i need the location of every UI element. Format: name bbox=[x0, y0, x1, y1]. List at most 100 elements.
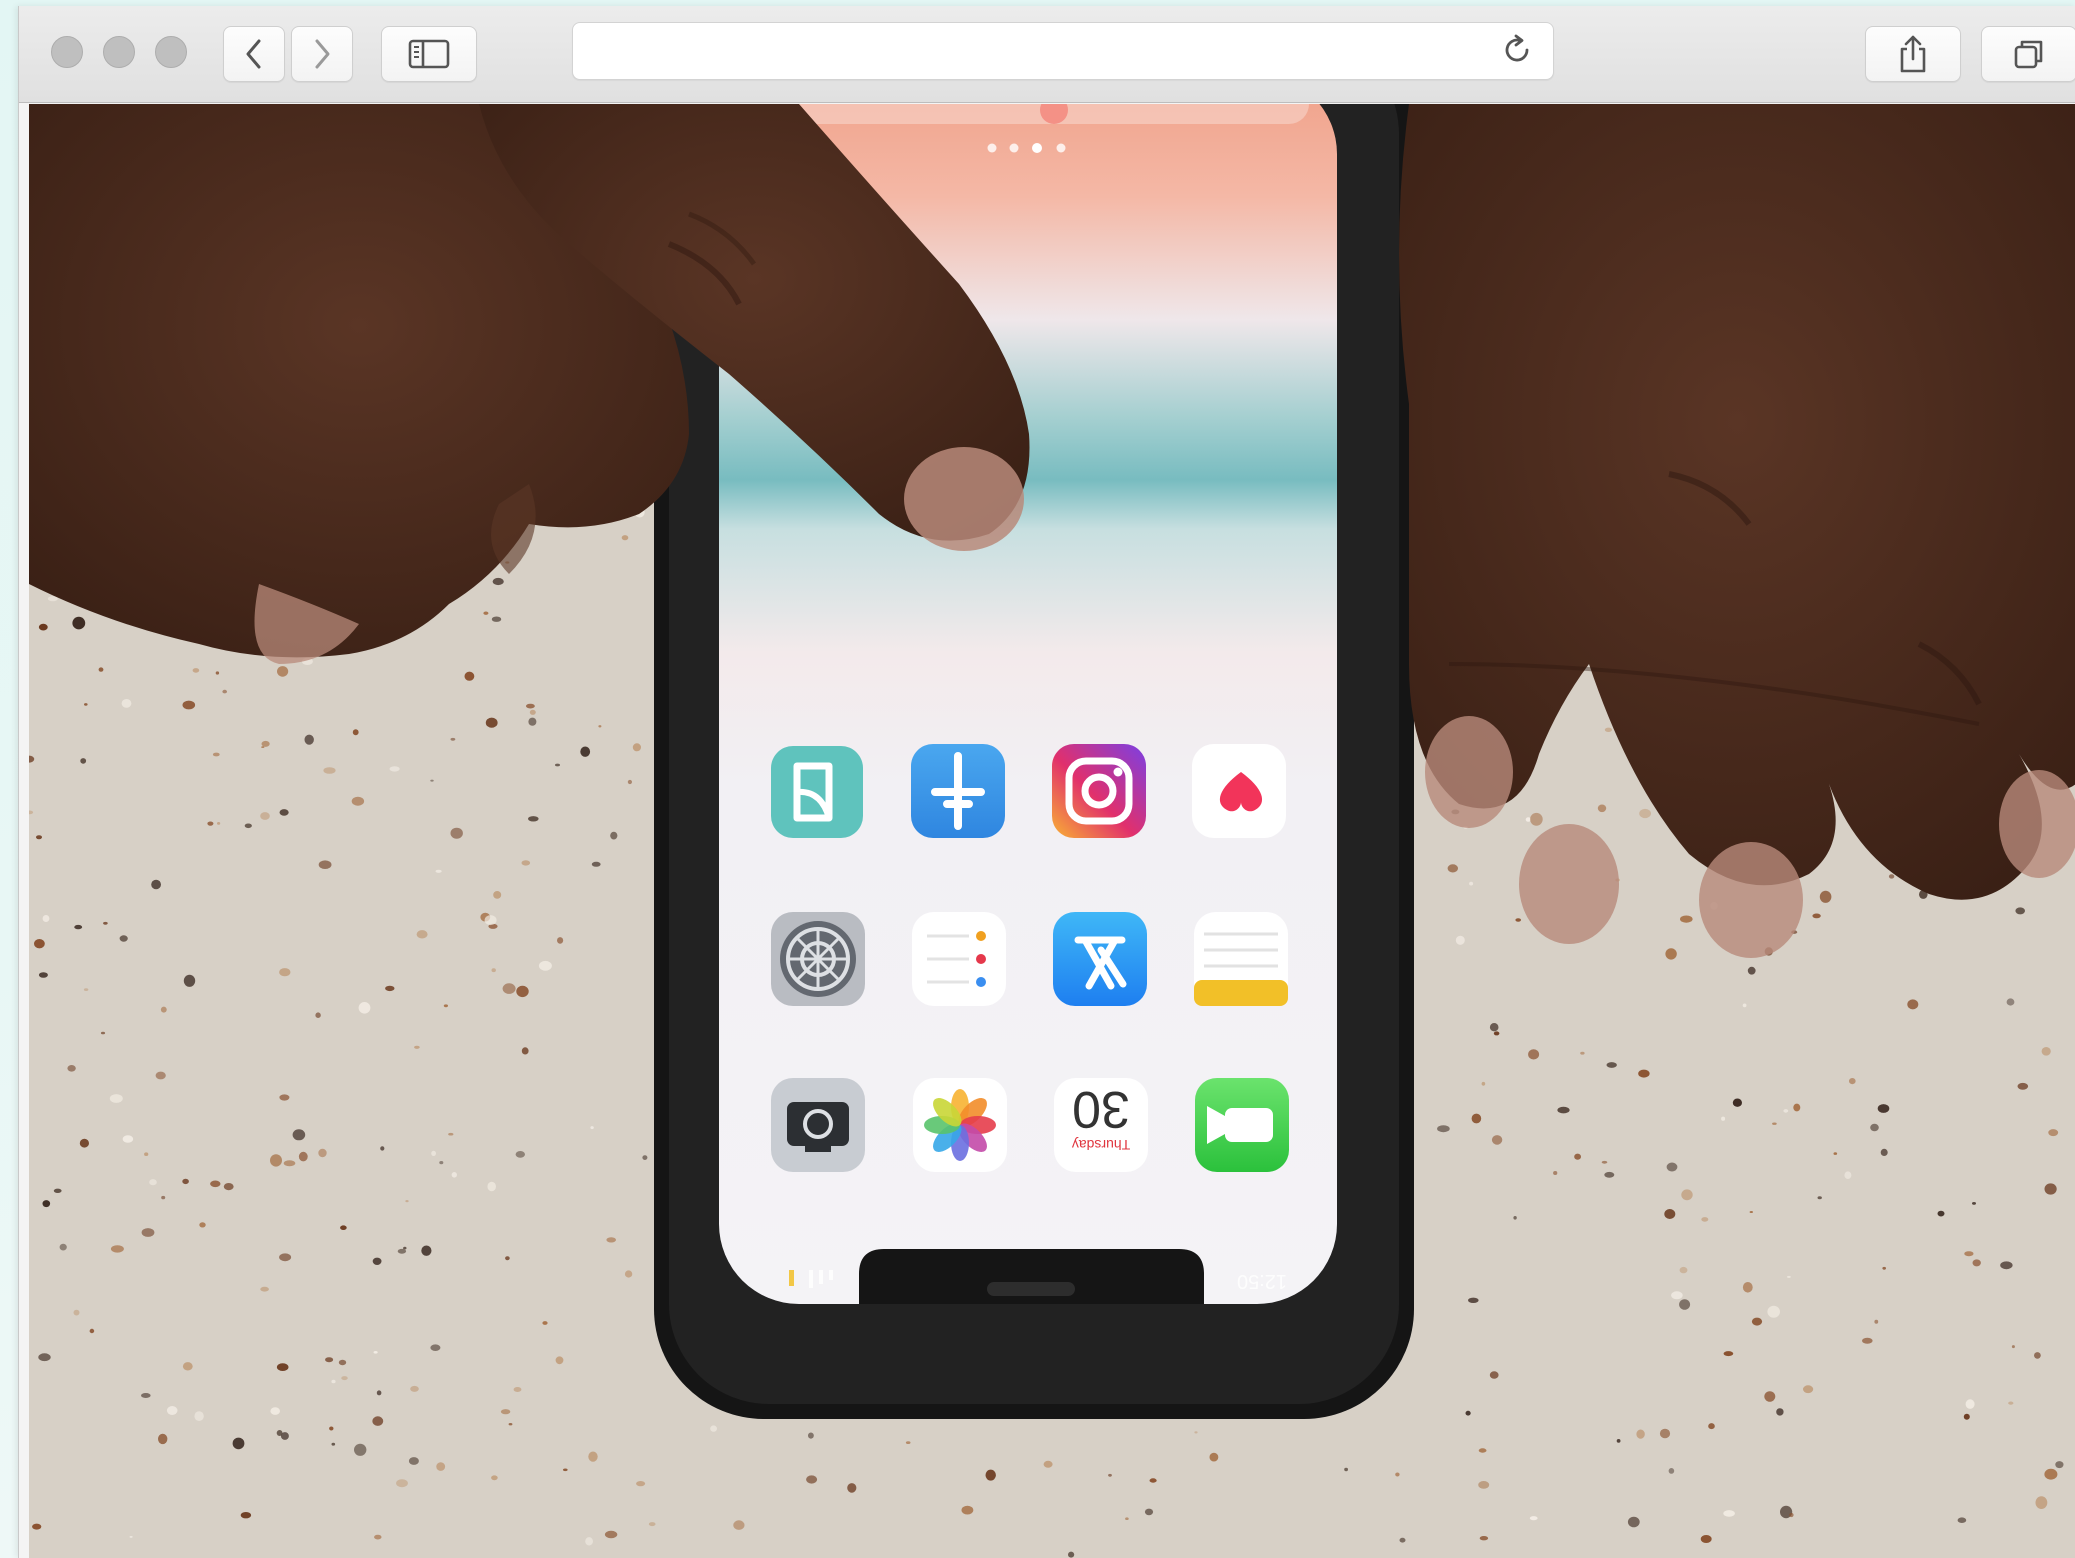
terrazzo-speck bbox=[492, 577, 504, 586]
terrazzo-speck bbox=[1888, 874, 1895, 879]
terrazzo-speck bbox=[351, 796, 365, 806]
terrazzo-speck bbox=[1465, 1410, 1471, 1416]
terrazzo-speck bbox=[1874, 1319, 1879, 1324]
terrazzo-speck bbox=[276, 1430, 283, 1436]
terrazzo-speck bbox=[1803, 1385, 1814, 1394]
terrazzo-speck bbox=[144, 1152, 149, 1156]
terrazzo-speck bbox=[103, 921, 108, 925]
share-button[interactable] bbox=[1865, 26, 1961, 82]
terrazzo-speck bbox=[1723, 1510, 1735, 1517]
address-bar[interactable] bbox=[572, 22, 1554, 80]
terrazzo-speck bbox=[491, 1475, 498, 1481]
terrazzo-speck bbox=[590, 1126, 594, 1130]
terrazzo-speck bbox=[487, 1181, 497, 1192]
terrazzo-speck bbox=[389, 766, 400, 772]
terrazzo-speck bbox=[374, 1534, 382, 1540]
terrazzo-speck bbox=[642, 1155, 648, 1160]
reminders-app-icon bbox=[912, 912, 1006, 1006]
terrazzo-speck bbox=[2000, 1261, 2013, 1270]
close-window-button[interactable] bbox=[51, 36, 83, 68]
terrazzo-speck bbox=[1491, 1135, 1503, 1145]
terrazzo-speck bbox=[1680, 915, 1693, 923]
terrazzo-speck bbox=[491, 968, 496, 973]
terrazzo-speck bbox=[100, 1031, 106, 1035]
terrazzo-speck bbox=[557, 937, 564, 944]
terrazzo-speck bbox=[1772, 1122, 1777, 1125]
terrazzo-speck bbox=[485, 717, 498, 728]
terrazzo-speck bbox=[182, 700, 196, 710]
terrazzo-speck bbox=[610, 831, 618, 840]
terrazzo-speck bbox=[1679, 1266, 1688, 1274]
terrazzo-speck bbox=[276, 1363, 289, 1371]
terrazzo-speck bbox=[484, 915, 497, 926]
terrazzo-speck bbox=[1972, 1259, 1981, 1267]
sidebar-toggle-button[interactable] bbox=[381, 26, 477, 82]
terrazzo-speck bbox=[2017, 1082, 2029, 1090]
terrazzo-speck bbox=[32, 1523, 42, 1530]
terrazzo-speck bbox=[1723, 1351, 1734, 1357]
terrazzo-speck bbox=[585, 1537, 593, 1546]
terrazzo-speck bbox=[1776, 1408, 1784, 1416]
terrazzo-speck bbox=[1601, 1160, 1608, 1164]
terrazzo-speck bbox=[1880, 1148, 1888, 1156]
zoom-window-button[interactable] bbox=[155, 36, 187, 68]
terrazzo-speck bbox=[1437, 1125, 1450, 1133]
tabs-overview-button[interactable] bbox=[1981, 26, 2075, 82]
terrazzo-speck bbox=[1468, 1297, 1479, 1304]
browser-toolbar bbox=[19, 6, 2075, 103]
terrazzo-speck bbox=[430, 779, 434, 782]
terrazzo-speck bbox=[217, 822, 221, 825]
terrazzo-speck bbox=[1767, 1305, 1780, 1318]
terrazzo-speck bbox=[985, 1469, 996, 1481]
terrazzo-speck bbox=[1149, 1478, 1157, 1483]
terrazzo-speck bbox=[318, 1148, 327, 1158]
terrazzo-speck bbox=[325, 1357, 334, 1363]
terrazzo-speck bbox=[292, 1129, 306, 1141]
chevron-right-icon bbox=[311, 37, 333, 71]
terrazzo-speck bbox=[905, 1441, 911, 1444]
terrazzo-speck bbox=[42, 1200, 51, 1208]
terrazzo-speck bbox=[1671, 1291, 1683, 1300]
reload-button[interactable] bbox=[1501, 34, 1535, 69]
address-text[interactable] bbox=[593, 23, 1473, 79]
terrazzo-speck bbox=[380, 1146, 385, 1151]
terrazzo-speck bbox=[1844, 1171, 1852, 1179]
terrazzo-speck bbox=[500, 1409, 511, 1415]
terrazzo-speck bbox=[1638, 1069, 1650, 1078]
terrazzo-speck bbox=[279, 1253, 292, 1262]
terrazzo-speck bbox=[508, 1423, 513, 1426]
terrazzo-speck bbox=[358, 1002, 371, 1014]
terrazzo-speck bbox=[1395, 1472, 1400, 1477]
terrazzo-speck bbox=[1783, 1109, 1789, 1113]
camera-app-icon bbox=[771, 1078, 865, 1172]
terrazzo-speck bbox=[98, 667, 104, 672]
terrazzo-speck bbox=[279, 968, 291, 977]
terrazzo-speck bbox=[372, 1257, 382, 1266]
terrazzo-speck bbox=[555, 1356, 564, 1365]
phone-clock: 12:50 bbox=[1237, 1270, 1287, 1292]
terrazzo-speck bbox=[1597, 804, 1607, 813]
terrazzo-speck bbox=[340, 1225, 347, 1230]
terrazzo-speck bbox=[1819, 890, 1832, 903]
terrazzo-speck bbox=[212, 752, 220, 757]
terrazzo-speck bbox=[431, 1150, 436, 1156]
terrazzo-speck bbox=[260, 1286, 269, 1292]
terrazzo-speck bbox=[34, 939, 45, 949]
terrazzo-speck bbox=[182, 1362, 193, 1371]
terrazzo-speck bbox=[1659, 1428, 1671, 1439]
terrazzo-speck bbox=[1965, 1399, 1975, 1409]
terrazzo-speck bbox=[194, 1411, 204, 1421]
terrazzo-speck bbox=[555, 763, 560, 767]
terrazzo-speck bbox=[1972, 1202, 1976, 1205]
minimize-window-button[interactable] bbox=[103, 36, 135, 68]
terrazzo-speck bbox=[2006, 998, 2015, 1006]
health-app-icon bbox=[1192, 744, 1286, 838]
terrazzo-speck bbox=[632, 743, 642, 752]
back-button[interactable] bbox=[223, 26, 285, 82]
terrazzo-speck bbox=[192, 668, 200, 673]
terrazzo-speck bbox=[505, 1256, 510, 1261]
forward-button[interactable] bbox=[291, 26, 353, 82]
terrazzo-speck bbox=[182, 1178, 189, 1185]
terrazzo-speck bbox=[1749, 1211, 1754, 1213]
terrazzo-speck bbox=[1907, 999, 1919, 1010]
